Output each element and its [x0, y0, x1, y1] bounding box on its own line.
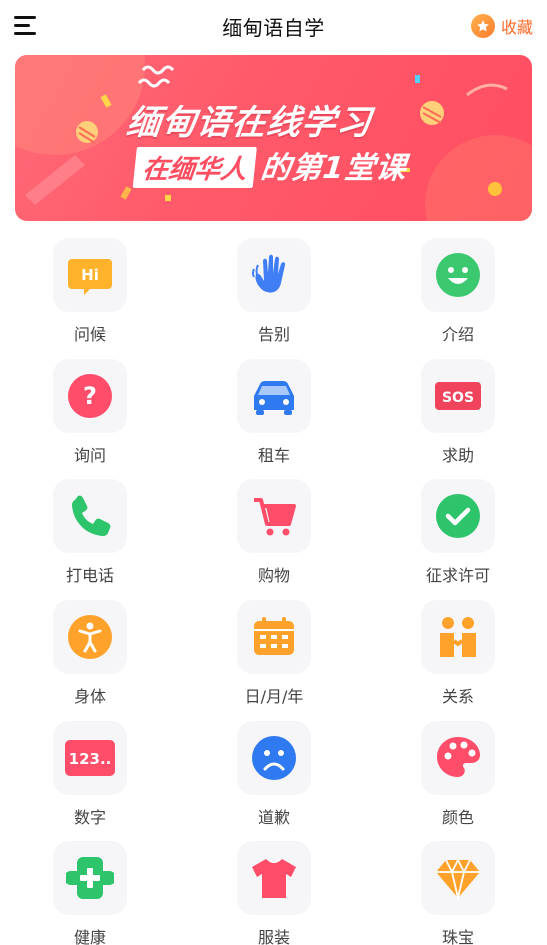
sos-text: SOS [442, 390, 474, 406]
category-label: 健康 [73, 928, 106, 945]
category-help[interactable]: SOS 求助 [408, 359, 508, 469]
banner-title: 缅甸语在线学习 [124, 103, 374, 143]
svg-text:?: ? [83, 382, 97, 410]
smiley-icon [421, 238, 495, 312]
category-label: 购物 [257, 566, 290, 585]
category-label: 打电话 [65, 566, 114, 585]
category-label: 求助 [441, 446, 474, 465]
category-label: 身体 [73, 687, 106, 706]
promo-banner[interactable]: 缅甸语在线学习 在缅华人 的第1堂课 [15, 55, 532, 221]
favorites-button[interactable]: 收藏 [470, 13, 533, 39]
category-label: 数字 [73, 808, 106, 827]
checkmark-icon [421, 479, 495, 553]
category-label: 关系 [441, 687, 474, 706]
category-label: 日/月/年 [244, 687, 304, 706]
question-icon: ? [53, 359, 127, 433]
category-label: 珠宝 [441, 928, 474, 945]
calendar-icon [237, 600, 311, 674]
category-inquiry[interactable]: ? 询问 [40, 359, 140, 469]
star-icon [470, 14, 495, 38]
car-icon [237, 359, 311, 433]
category-shopping[interactable]: 购物 [224, 479, 324, 589]
health-cross-icon [53, 841, 127, 915]
hi-bubble-icon: Hi [53, 238, 127, 312]
category-health[interactable]: 健康 [40, 841, 140, 945]
handshake-icon [421, 600, 495, 674]
category-introduction[interactable]: 介绍 [408, 238, 508, 348]
category-label: 询问 [73, 446, 106, 465]
category-farewell[interactable]: 告别 [224, 238, 324, 348]
category-label: 服装 [257, 928, 290, 945]
app-header: 缅甸语自学 收藏 [0, 0, 547, 52]
sos-icon: SOS [421, 359, 495, 433]
category-clothing[interactable]: 服装 [224, 841, 324, 945]
category-label: 道歉 [257, 808, 290, 827]
hi-text: Hi [81, 266, 99, 284]
waving-hand-icon [237, 238, 311, 312]
numbers-text: 123.. [69, 750, 112, 768]
person-icon [53, 600, 127, 674]
category-label: 征求许可 [425, 566, 490, 585]
category-apology[interactable]: 道歉 [224, 721, 324, 831]
category-greeting[interactable]: Hi 问候 [40, 238, 140, 348]
banner-subtitle-highlight: 在缅华人 [132, 147, 257, 188]
category-label: 告别 [257, 325, 290, 344]
page-title: 缅甸语自学 [222, 16, 325, 40]
category-numbers[interactable]: 123.. 数字 [40, 721, 140, 831]
category-relationship[interactable]: 关系 [408, 600, 508, 710]
category-phone-call[interactable]: 打电话 [40, 479, 140, 589]
category-permission[interactable]: 征求许可 [408, 479, 508, 589]
category-date[interactable]: 日/月/年 [224, 600, 324, 710]
sad-face-icon [237, 721, 311, 795]
category-color[interactable]: 颜色 [408, 721, 508, 831]
category-label: 租车 [257, 446, 290, 465]
category-label: 颜色 [441, 808, 474, 827]
category-body[interactable]: 身体 [40, 600, 140, 710]
tshirt-icon [237, 841, 311, 915]
category-label: 介绍 [441, 325, 474, 344]
category-car-rental[interactable]: 租车 [224, 359, 324, 469]
category-label: 问候 [73, 325, 106, 344]
diamond-icon [421, 841, 495, 915]
numbers-icon: 123.. [53, 721, 127, 795]
palette-icon [421, 721, 495, 795]
banner-subtitle-rest: 的第1堂课 [258, 151, 409, 186]
category-jewelry[interactable]: 珠宝 [408, 841, 508, 945]
favorites-label: 收藏 [500, 18, 533, 37]
banner-subtitle: 在缅华人 的第1堂课 [132, 143, 410, 188]
shopping-cart-icon [237, 479, 311, 553]
phone-icon [53, 479, 127, 553]
